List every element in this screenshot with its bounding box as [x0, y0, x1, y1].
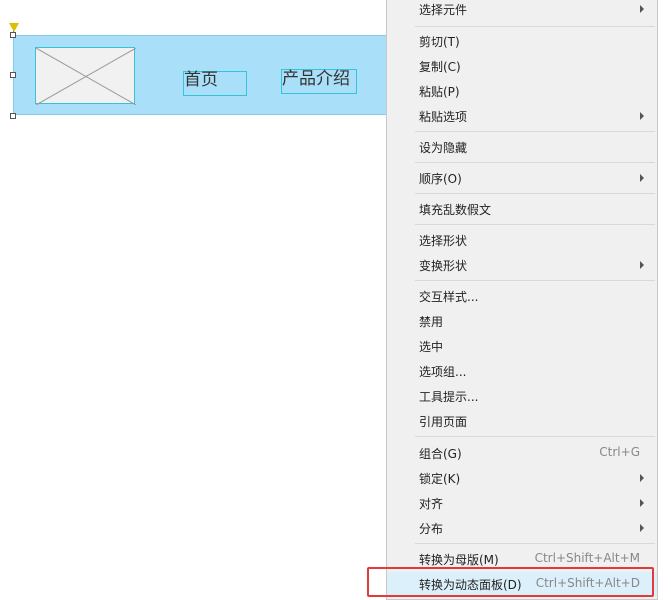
menu-item-label: 选择元件: [419, 3, 468, 17]
menu-item-label: 复制(C): [419, 60, 461, 74]
menu-item-label: 禁用: [419, 315, 444, 329]
menu-item-label: 填充乱数假文: [419, 203, 492, 217]
menu-item-label: 分布: [419, 522, 444, 536]
menu-item-paste-options[interactable]: 粘贴选项: [387, 104, 657, 129]
menu-item-align[interactable]: 对齐: [387, 491, 657, 516]
menu-item-distribute[interactable]: 分布: [387, 516, 657, 541]
menu-separator: [415, 280, 655, 281]
menu-item-label: 工具提示...: [419, 390, 479, 404]
menu-item-interaction-styles[interactable]: 交互样式...: [387, 284, 657, 309]
menu-separator: [415, 436, 655, 437]
menu-separator: [415, 224, 655, 225]
submenu-arrow-icon: [640, 474, 644, 482]
submenu-arrow-icon: [640, 5, 644, 13]
resize-handle-left[interactable]: [10, 72, 16, 78]
menu-item-label: 交互样式...: [419, 290, 479, 304]
nav-products-label: 产品介绍: [282, 69, 350, 89]
menu-item-paste[interactable]: 粘贴(P): [387, 79, 657, 104]
menu-separator: [415, 162, 655, 163]
menu-item-select-widget[interactable]: 选择元件: [387, 0, 657, 22]
nav-products-label-box[interactable]: 产品介绍: [281, 69, 357, 94]
menu-item-label: 对齐: [419, 497, 444, 511]
menu-item-select-shape[interactable]: 选择形状: [387, 228, 657, 253]
menu-item-disable[interactable]: 禁用: [387, 309, 657, 334]
menu-item-option-group[interactable]: 选项组...: [387, 359, 657, 384]
nav-home-label: 首页: [184, 70, 218, 90]
submenu-arrow-icon: [640, 261, 644, 269]
menu-separator: [415, 543, 655, 544]
menu-item-tooltip[interactable]: 工具提示...: [387, 384, 657, 409]
menu-separator: [415, 193, 655, 194]
menu-item-label: 顺序(O): [419, 172, 462, 186]
image-placeholder-icon: [36, 48, 136, 105]
nav-home-label-box[interactable]: 首页: [183, 70, 247, 96]
image-placeholder[interactable]: [35, 47, 136, 105]
menu-item-group[interactable]: 组合(G) Ctrl+G: [387, 441, 657, 466]
submenu-arrow-icon: [640, 524, 644, 532]
menu-item-transform-shape[interactable]: 变换形状: [387, 253, 657, 278]
menu-item-set-hidden[interactable]: 设为隐藏: [387, 135, 657, 160]
resize-handle-bottom-left[interactable]: [10, 113, 16, 119]
annotation-highlight-box: [367, 567, 654, 597]
menu-item-label: 变换形状: [419, 259, 468, 273]
context-menu: 选择元件 剪切(T) 复制(C) 粘贴(P) 粘贴选项 设为隐藏 顺序(O) 填…: [386, 0, 658, 600]
menu-separator: [415, 131, 655, 132]
menu-item-label: 选择形状: [419, 234, 468, 248]
menu-item-label: 设为隐藏: [419, 141, 468, 155]
menu-item-cut[interactable]: 剪切(T): [387, 29, 657, 54]
menu-item-label: 组合(G): [419, 447, 462, 461]
menu-item-lock[interactable]: 锁定(K): [387, 466, 657, 491]
menu-item-label: 剪切(T): [419, 35, 460, 49]
menu-item-copy[interactable]: 复制(C): [387, 54, 657, 79]
menu-item-label: 粘贴(P): [419, 85, 460, 99]
menu-item-selected[interactable]: 选中: [387, 334, 657, 359]
menu-item-label: 选中: [419, 340, 444, 354]
menu-item-shortcut: Ctrl+G: [599, 445, 640, 459]
menu-item-shortcut: Ctrl+Shift+Alt+M: [534, 551, 640, 565]
anchor-marker-icon[interactable]: [9, 23, 19, 32]
menu-item-order[interactable]: 顺序(O): [387, 166, 657, 191]
menu-item-fill-lorem[interactable]: 填充乱数假文: [387, 197, 657, 222]
menu-separator: [415, 26, 655, 27]
menu-item-reference-page[interactable]: 引用页面: [387, 409, 657, 434]
submenu-arrow-icon: [640, 499, 644, 507]
submenu-arrow-icon: [640, 174, 644, 182]
menu-item-label: 选项组...: [419, 365, 467, 379]
resize-handle-top-left[interactable]: [10, 32, 16, 38]
menu-item-label: 转换为母版(M): [419, 553, 499, 567]
menu-item-label: 锁定(K): [419, 472, 461, 486]
menu-item-label: 粘贴选项: [419, 110, 468, 124]
submenu-arrow-icon: [640, 112, 644, 120]
menu-item-label: 引用页面: [419, 415, 468, 429]
